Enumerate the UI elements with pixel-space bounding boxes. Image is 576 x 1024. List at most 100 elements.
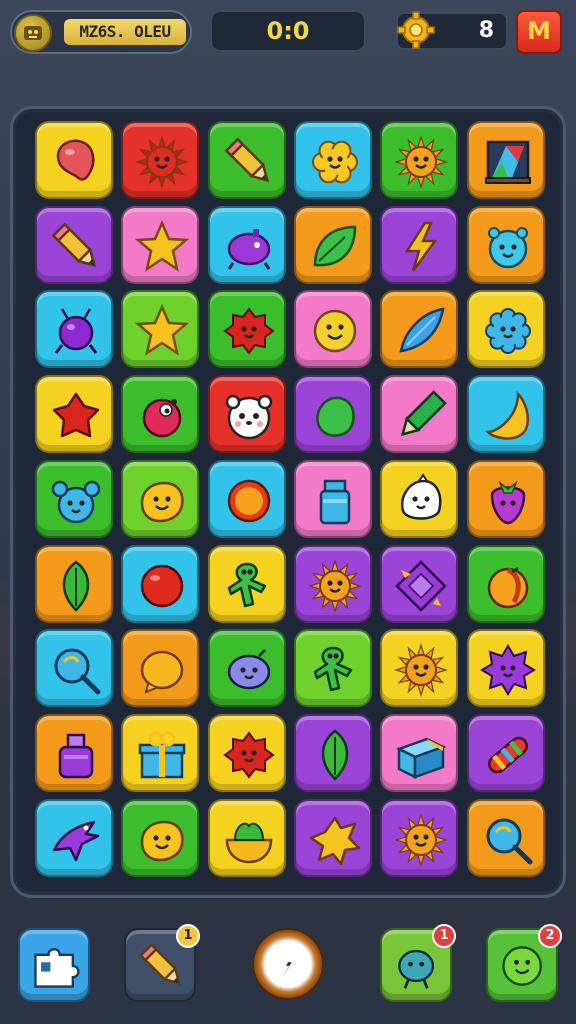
blue-face-icon	[487, 226, 528, 268]
game-tile[interactable]	[293, 459, 372, 538]
game-tile[interactable]	[207, 375, 286, 454]
smiley-booster-button[interactable]: 2	[486, 924, 562, 1002]
game-tile[interactable]	[35, 121, 113, 199]
berry-icon	[490, 480, 525, 525]
game-tile[interactable]	[293, 713, 372, 792]
game-tile[interactable]	[293, 290, 372, 369]
pencil-icon	[224, 137, 269, 183]
game-tile[interactable]	[466, 713, 545, 792]
fish-icon	[399, 307, 445, 353]
game-tile[interactable]	[121, 629, 200, 708]
game-tile[interactable]	[121, 459, 200, 538]
red-blob-icon	[222, 307, 275, 356]
purple-bird-icon	[52, 820, 100, 861]
pencil-booster-button[interactable]: 1	[124, 924, 200, 1002]
game-tile[interactable]	[380, 713, 459, 792]
game-tile[interactable]	[293, 205, 372, 284]
game-tile[interactable]	[207, 544, 286, 623]
game-tile[interactable]	[380, 290, 459, 369]
salad-bowl-icon	[225, 822, 272, 863]
purple-spiky-icon	[479, 644, 536, 697]
game-tile[interactable]	[466, 375, 545, 454]
game-tile[interactable]	[466, 121, 545, 199]
game-tile[interactable]	[35, 205, 113, 284]
compass-icon	[282, 950, 294, 978]
level-badge-icon	[14, 14, 52, 52]
game-tile[interactable]	[466, 290, 545, 369]
puzzle-icon	[34, 948, 80, 988]
red-creature-icon	[143, 398, 182, 438]
coin-value: 8	[478, 18, 494, 43]
striped-candy-icon	[487, 736, 528, 774]
game-tile[interactable]	[380, 375, 459, 454]
yellow-banana-icon	[484, 391, 529, 440]
compass-button[interactable]	[252, 928, 324, 1000]
jar-icon	[319, 479, 351, 525]
score-display: 0:0	[210, 10, 366, 52]
yellow-splat-icon	[309, 816, 361, 865]
game-tile[interactable]	[35, 798, 113, 877]
blue-cube-icon	[396, 737, 447, 779]
game-tile[interactable]	[35, 290, 113, 369]
game-tile[interactable]	[35, 375, 113, 454]
game-tile[interactable]	[121, 798, 200, 877]
egg-icon	[141, 650, 184, 694]
game-tile[interactable]	[207, 121, 286, 199]
game-tile[interactable]	[121, 713, 200, 792]
potion-icon	[58, 733, 94, 779]
game-tile[interactable]	[35, 629, 113, 708]
game-tile[interactable]	[380, 544, 459, 623]
magnifier-icon	[54, 648, 101, 695]
yellow-face-icon	[141, 481, 184, 523]
game-tile[interactable]	[121, 544, 200, 623]
game-tile[interactable]	[293, 544, 372, 623]
menu-button[interactable]: M	[516, 10, 562, 54]
lightning-pencil-icon	[404, 221, 438, 272]
game-tile[interactable]	[466, 205, 545, 284]
level-name: MZ6S. OLEU	[64, 19, 186, 45]
blue-creature-booster-button[interactable]: 1	[380, 924, 456, 1002]
game-tile[interactable]	[466, 459, 545, 538]
sun-icon	[394, 643, 449, 698]
game-tile[interactable]	[207, 459, 286, 538]
level-indicator[interactable]: MZ6S. OLEU	[10, 10, 192, 54]
diamond-gem-icon	[395, 559, 447, 612]
count-badge: 1	[432, 924, 456, 948]
game-tile[interactable]	[207, 629, 286, 708]
game-tile[interactable]	[466, 544, 545, 623]
game-tile[interactable]	[293, 375, 372, 454]
gift-box-icon	[139, 731, 186, 779]
game-tile[interactable]	[207, 205, 286, 284]
crystal-frame-icon	[484, 140, 531, 184]
game-tile[interactable]	[380, 121, 459, 199]
star-icon	[135, 219, 190, 272]
blue-mouse-icon	[51, 480, 101, 524]
game-tile[interactable]	[121, 121, 200, 199]
game-tile[interactable]	[466, 629, 545, 708]
game-tile[interactable]	[380, 629, 459, 708]
sun-icon	[394, 812, 449, 867]
game-tile[interactable]	[380, 205, 459, 284]
game-tile[interactable]	[293, 121, 372, 199]
game-tile[interactable]	[207, 798, 286, 877]
puzzle-button[interactable]	[18, 928, 90, 1002]
magnifier-icon	[486, 818, 532, 865]
game-tile[interactable]	[380, 798, 459, 877]
game-tile[interactable]	[380, 459, 459, 538]
leaf-icon	[313, 225, 357, 266]
game-tile[interactable]	[207, 290, 286, 369]
sun-icon	[394, 135, 449, 189]
game-tile[interactable]	[293, 798, 372, 877]
game-tile[interactable]	[293, 629, 372, 708]
game-tile[interactable]	[466, 798, 545, 877]
game-tile[interactable]	[35, 459, 113, 538]
orange-fruit-icon	[487, 566, 528, 608]
flower-face-icon	[311, 140, 358, 184]
game-tile[interactable]	[35, 544, 113, 623]
game-tile[interactable]	[121, 205, 200, 284]
game-tile[interactable]	[121, 375, 200, 454]
top-hud: MZ6S. OLEU 0:0 8 M	[0, 0, 576, 64]
game-tile[interactable]	[35, 713, 113, 792]
game-tile[interactable]	[207, 713, 286, 792]
game-tile[interactable]	[121, 290, 200, 369]
